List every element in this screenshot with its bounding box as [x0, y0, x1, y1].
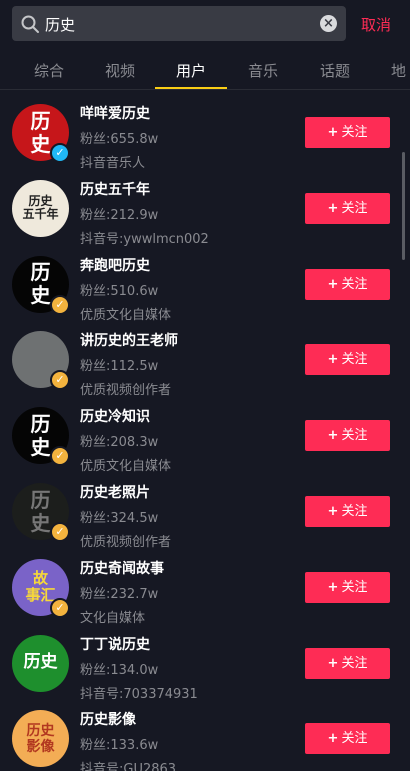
cancel-button[interactable]: 取消 [361, 14, 391, 35]
plus-icon: + [327, 504, 339, 519]
follower-count: 粉丝:133.6w [80, 738, 159, 754]
user-description: 优质文化自媒体 [80, 307, 172, 323]
user-description: 抖音音乐人 [80, 156, 146, 171]
follow-label: 关注 [341, 125, 368, 140]
user-name[interactable]: 咩咩爱历史 [80, 103, 150, 123]
user-description: 抖音号:ywwlmcn002 [80, 231, 209, 247]
follow-label: 关注 [341, 731, 368, 747]
tab-topics[interactable]: 话题 [320, 60, 350, 81]
user-description: 优质文化自媒体 [80, 459, 172, 475]
follower-count: 粉丝:324.5w [80, 511, 159, 526]
verified-badge-icon: ✓ [50, 370, 70, 391]
user-row[interactable]: 历 史 ✓ 咩咩爱历史 粉丝:655.8w 抖音音乐人 + 关注 [0, 96, 410, 172]
follow-button[interactable]: + 关注 [305, 420, 390, 452]
verified-badge-icon: ✓ [50, 597, 70, 618]
user-name[interactable]: 历史老照片 [80, 482, 150, 502]
follow-label: 关注 [341, 655, 368, 671]
avatar[interactable]: 历史 五千年 [12, 179, 69, 237]
follow-button[interactable]: + 关注 [305, 192, 390, 224]
tab-comprehensive[interactable]: 综合 [34, 60, 64, 81]
follow-label: 关注 [341, 579, 368, 595]
follow-label: 关注 [341, 200, 368, 216]
plus-icon: + [327, 731, 339, 747]
user-description: 文化自媒体 [80, 610, 146, 626]
search-icon [21, 15, 39, 33]
user-description: 优质视频创作者 [80, 383, 172, 399]
plus-icon: + [327, 579, 339, 595]
plus-icon: + [327, 125, 339, 140]
avatar[interactable]: 历史 [12, 634, 69, 692]
search-bar[interactable]: 历史 × [12, 6, 346, 41]
follower-count: 粉丝:212.9w [80, 207, 159, 223]
follow-button[interactable]: + 关注 [305, 723, 390, 755]
tab-music[interactable]: 音乐 [248, 60, 278, 81]
clear-icon[interactable]: × [320, 15, 337, 32]
follow-button[interactable]: + 关注 [305, 117, 390, 148]
user-row[interactable]: 历史 影像 历史影像粉丝:133.6w 抖音号:GU2863 + 关注 [0, 702, 410, 771]
user-row[interactable]: 历 史 ✓ 历史冷知识 粉丝:208.3w 优质文化自媒体 + 关注 [0, 399, 410, 475]
tab-video[interactable]: 视频 [105, 60, 135, 81]
user-description: 抖音号:GU2863 [80, 762, 177, 771]
follower-count: 粉丝:510.6w [80, 283, 159, 299]
follower-count: 粉丝:208.3w [80, 435, 159, 451]
user-name[interactable]: 奔跑吧历史 [80, 255, 150, 275]
verified-badge-icon: ✓ [50, 143, 70, 163]
user-description: 优质视频创作者 [80, 535, 172, 550]
plus-icon: + [327, 276, 339, 292]
follow-label: 关注 [341, 352, 368, 368]
user-name[interactable]: 讲历史的王老师 [80, 330, 178, 350]
user-row[interactable]: 历史 五千年 历史五千年粉丝:212.9w 抖音号:ywwlmcn002 + 关注 [0, 172, 410, 248]
follower-count: 粉丝:232.7w [80, 586, 159, 602]
tab-bar: 综合 视频 用户 音乐 话题 地 [0, 50, 410, 90]
user-row[interactable]: 历 史 ✓ 历史老照片 粉丝:324.5w 优质视频创作者 + 关注 [0, 475, 410, 551]
plus-icon: + [327, 655, 339, 671]
plus-icon: + [327, 352, 339, 368]
follow-label: 关注 [341, 504, 368, 519]
avatar[interactable]: 历史 影像 [12, 710, 69, 768]
tab-indicator [155, 87, 227, 89]
verified-badge-icon: ✓ [50, 294, 70, 315]
user-name[interactable]: 历史奇闻故事 [80, 558, 164, 578]
follow-button[interactable]: + 关注 [305, 571, 390, 603]
user-name[interactable]: 丁丁说历史 [80, 634, 150, 654]
follow-button[interactable]: + 关注 [305, 647, 390, 679]
user-name[interactable]: 历史五千年 [80, 179, 150, 199]
plus-icon: + [327, 428, 339, 444]
verified-badge-icon: ✓ [50, 446, 70, 467]
follower-count: 粉丝:655.8w [80, 132, 159, 147]
user-row[interactable]: 历史 丁丁说历史粉丝:134.0w 抖音号:703374931 + 关注 [0, 627, 410, 703]
follower-count: 粉丝:134.0w [80, 662, 159, 678]
plus-icon: + [327, 200, 339, 216]
follow-label: 关注 [341, 276, 368, 292]
follow-button[interactable]: + 关注 [305, 344, 390, 376]
follow-label: 关注 [341, 428, 368, 444]
user-row[interactable]: ✓ 讲历史的王老师粉丝:112.5w 优质视频创作者 + 关注 [0, 323, 410, 399]
user-description: 抖音号:703374931 [80, 686, 198, 702]
tab-places[interactable]: 地 [391, 60, 406, 81]
verified-badge-icon: ✓ [50, 522, 70, 542]
follow-button[interactable]: + 关注 [305, 496, 390, 527]
search-input[interactable]: 历史 [45, 14, 75, 35]
user-name[interactable]: 历史影像 [80, 709, 136, 729]
user-row[interactable]: 故 事汇 ✓ 历史奇闻故事 粉丝:232.7w 文化自媒体 + 关注 [0, 551, 410, 627]
follow-button[interactable]: + 关注 [305, 268, 390, 300]
user-name[interactable]: 历史冷知识 [80, 406, 150, 426]
scrollbar[interactable] [402, 152, 405, 260]
tab-users[interactable]: 用户 [176, 60, 206, 81]
user-row[interactable]: 历 史 ✓ 奔跑吧历史 粉丝:510.6w 优质文化自媒体 + 关注 [0, 248, 410, 324]
follower-count: 粉丝:112.5w [80, 359, 159, 375]
